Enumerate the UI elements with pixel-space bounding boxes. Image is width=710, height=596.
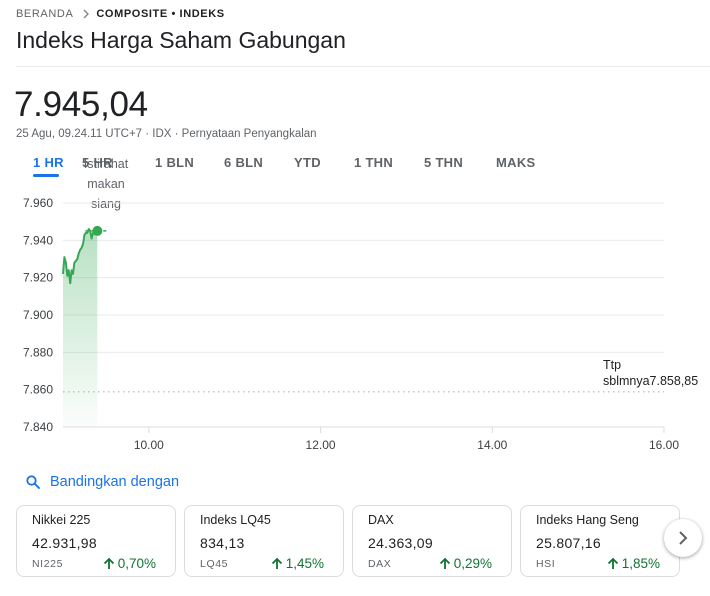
card-change-value: 0,29% — [453, 556, 492, 571]
price-chart[interactable]: 7.960 7.940 7.920 7.900 7.880 7.860 7.840 10.0… — [0, 188, 710, 458]
compare-label: Bandingkan dengan — [50, 474, 180, 490]
card-change-value: 1,85% — [621, 556, 660, 571]
y-tick-label: 7.900 — [23, 308, 53, 322]
active-tab-indicator — [33, 174, 59, 177]
range-tab-5y[interactable]: 5 THN — [424, 155, 463, 170]
arrow-up-icon — [103, 557, 114, 569]
search-icon — [26, 475, 40, 489]
card-value: 24.363,09 — [368, 535, 433, 551]
range-tab-1m[interactable]: 1 BLN — [155, 155, 194, 170]
arrow-up-icon — [607, 557, 618, 569]
x-axis-labels: 10.00 12.00 14.00 16.00 — [134, 427, 679, 452]
y-tick-label: 7.920 — [23, 271, 53, 285]
y-tick-label: 7.880 — [23, 345, 53, 359]
index-card-dax[interactable]: DAX 24.363,09 DAX 0,29% — [352, 505, 512, 577]
card-symbol: NI225 — [32, 558, 64, 570]
card-change: 1,45% — [271, 556, 324, 571]
card-name: Nikkei 225 — [32, 513, 91, 527]
card-value: 42.931,98 — [32, 535, 97, 551]
card-name: Indeks Hang Seng — [536, 513, 639, 527]
chevron-right-icon — [83, 9, 90, 19]
x-tick-label: 12.00 — [306, 438, 336, 452]
chart-gridlines — [63, 202, 664, 428]
page-title: Indeks Harga Saham Gabungan — [16, 27, 346, 53]
x-tick-label: 16.00 — [649, 438, 679, 452]
previous-close-title: Ttp — [603, 358, 622, 372]
price-area-fill — [63, 229, 98, 427]
card-symbol: HSI — [536, 558, 556, 570]
previous-close-label: Ttp sblmnya7.858,85 — [603, 357, 698, 389]
y-tick-label: 7.940 — [23, 233, 53, 247]
card-change: 0,70% — [103, 556, 156, 571]
card-change-value: 1,45% — [285, 556, 324, 571]
compare-button[interactable]: Bandingkan dengan — [26, 474, 179, 490]
range-tab-1d[interactable]: 1 HR — [33, 155, 64, 170]
previous-close-value: sblmnya7.858,85 — [603, 374, 699, 388]
range-tab-6m[interactable]: 6 BLN — [224, 155, 263, 170]
index-card-lq45[interactable]: Indeks LQ45 834,13 LQ45 1,45% — [184, 505, 344, 577]
range-tab-1y[interactable]: 1 THN — [354, 155, 393, 170]
title-divider — [16, 66, 710, 67]
card-value: 25.807,16 — [536, 535, 601, 551]
card-change: 1,85% — [607, 556, 660, 571]
card-symbol: LQ45 — [200, 558, 229, 570]
last-price-dot — [92, 225, 103, 236]
card-value: 834,13 — [200, 535, 245, 551]
y-tick-label: 7.840 — [23, 420, 53, 434]
index-card-hangseng[interactable]: Indeks Hang Seng 25.807,16 HSI 1,85% — [520, 505, 680, 577]
x-tick-label: 10.00 — [134, 438, 164, 452]
chevron-right-icon — [679, 531, 688, 545]
arrow-up-icon — [439, 557, 450, 569]
current-price: 7.945,04 — [14, 85, 148, 124]
index-card-nikkei[interactable]: Nikkei 225 42.931,98 NI225 0,70% — [16, 505, 176, 577]
breadcrumb: BERANDA COMPOSITE • INDEKS — [16, 7, 225, 21]
range-tab-max[interactable]: MAKS — [496, 155, 535, 170]
range-tab-ytd[interactable]: YTD — [294, 155, 321, 170]
y-tick-label: 7.860 — [23, 383, 53, 397]
x-tick-label: 14.00 — [477, 438, 507, 452]
card-change: 0,29% — [439, 556, 492, 571]
y-tick-label: 7.960 — [23, 196, 53, 210]
price-meta: 25 Agu, 09.24.11 UTC+7 · IDX · Pernyataa… — [16, 128, 317, 140]
next-cards-button[interactable] — [664, 519, 702, 557]
card-symbol: DAX — [368, 558, 392, 570]
y-axis-labels: 7.960 7.940 7.920 7.900 7.880 7.860 7.840 — [23, 196, 53, 434]
breadcrumb-current: COMPOSITE • INDEKS — [96, 8, 225, 20]
breadcrumb-home-link[interactable]: BERANDA — [16, 8, 73, 20]
card-change-value: 0,70% — [117, 556, 156, 571]
arrow-up-icon — [271, 557, 282, 569]
card-name: Indeks LQ45 — [200, 513, 271, 527]
card-name: DAX — [368, 513, 394, 527]
